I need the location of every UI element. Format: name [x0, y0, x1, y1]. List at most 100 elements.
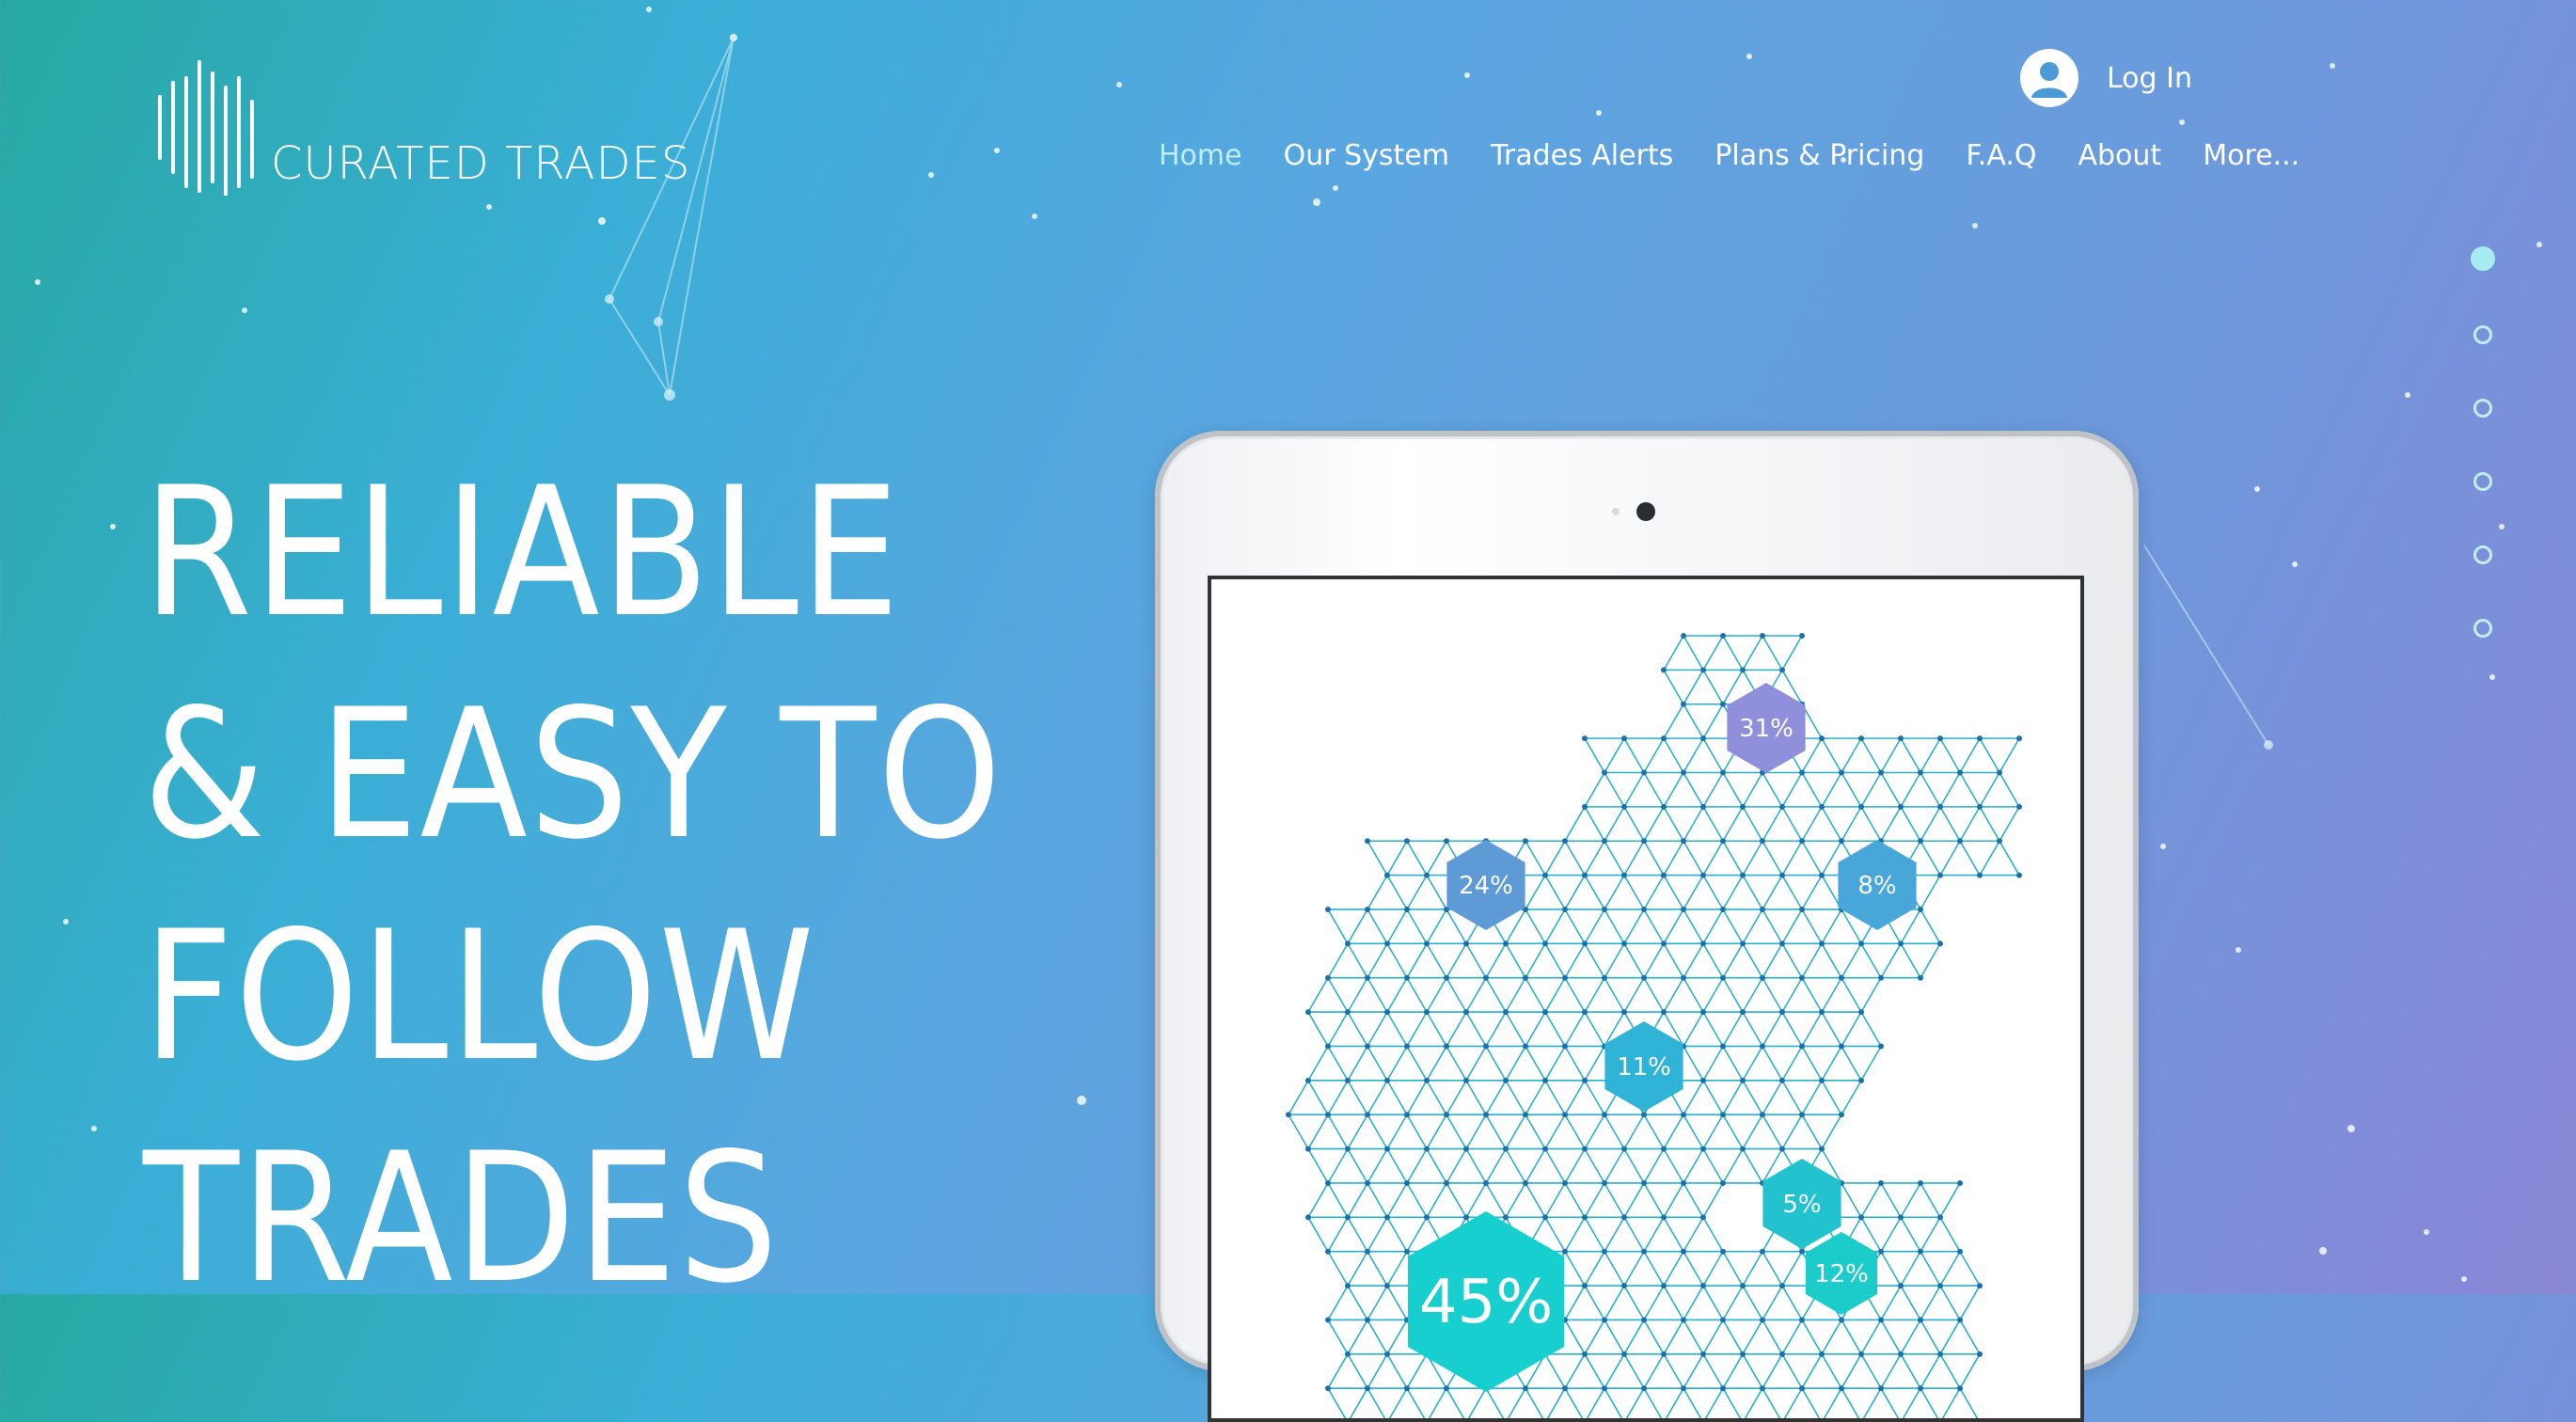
grid-line	[1485, 1148, 1507, 1184]
section-dot-5[interactable]	[2473, 545, 2492, 564]
stat-hexagon-label: 8%	[1857, 872, 1896, 900]
grid-line	[1683, 1251, 1704, 1287]
grid-line	[1584, 1319, 1605, 1355]
grid-line	[1702, 1182, 1724, 1218]
brand-logo[interactable]: CURATED TRADES	[150, 55, 689, 205]
grid-node	[1957, 769, 1963, 776]
grid-node	[1503, 1077, 1509, 1083]
grid-node	[1957, 1317, 1963, 1323]
grid-line	[1465, 1114, 1487, 1149]
grid-line	[1623, 1319, 1645, 1355]
grid-node	[1542, 1214, 1548, 1221]
grid-line	[1446, 942, 1467, 979]
grid-node	[1424, 1214, 1430, 1221]
grid-line	[1880, 1182, 1902, 1218]
grid-line	[1544, 1080, 1566, 1115]
grid-line	[1683, 908, 1704, 944]
grid-line	[1507, 1387, 1526, 1418]
nav-trades-alerts[interactable]: Trades Alerts	[1491, 139, 1673, 172]
grid-line	[1742, 1011, 1763, 1047]
grid-node	[1760, 838, 1765, 845]
grid-line	[1406, 840, 1428, 877]
grid-line	[1465, 1148, 1487, 1184]
stat-hexagon-label: 31%	[1739, 715, 1794, 743]
grid-node	[1957, 1248, 1963, 1255]
grid-line	[1663, 1251, 1684, 1287]
grid-node	[1523, 838, 1528, 845]
section-dot-2[interactable]	[2473, 325, 2492, 344]
grid-line	[1742, 908, 1763, 944]
grid-line	[1704, 1387, 1724, 1418]
login-button[interactable]: Log In	[2020, 49, 2192, 107]
grid-node	[1740, 872, 1746, 878]
section-dot-3[interactable]	[2473, 399, 2492, 418]
grid-line	[1722, 1353, 1744, 1389]
nav-home[interactable]: Home	[1159, 139, 1242, 172]
grid-node	[1641, 838, 1647, 845]
grid-line	[1446, 1387, 1465, 1418]
grid-line	[1505, 1148, 1526, 1184]
grid-node	[1839, 1385, 1844, 1392]
nav-plans-pricing[interactable]: Plans & Pricing	[1715, 139, 1924, 172]
grid-line	[1465, 1011, 1487, 1047]
grid-line	[1722, 772, 1744, 808]
grid-line	[1722, 1251, 1744, 1287]
section-dot-1[interactable]	[2471, 246, 2495, 271]
grid-line	[1683, 977, 1704, 1013]
grid-node	[1779, 667, 1785, 673]
nav-faq[interactable]: F.A.Q	[1966, 139, 2036, 172]
grid-line	[1821, 977, 1842, 1013]
nav-more[interactable]: More...	[2203, 139, 2299, 172]
grid-line	[1663, 840, 1684, 877]
grid-line	[1623, 1182, 1645, 1218]
grid-node	[1365, 1043, 1370, 1050]
grid-node	[1720, 1317, 1726, 1323]
grid-node	[1878, 1248, 1884, 1255]
grid-line	[1920, 1387, 1939, 1418]
grid-node	[1937, 872, 1943, 878]
grid-line	[1683, 1148, 1704, 1184]
grid-line	[1643, 806, 1665, 842]
grid-line	[1604, 875, 1625, 910]
grid-line	[1663, 772, 1684, 808]
grid-line	[1386, 942, 1408, 979]
grid-line	[1722, 908, 1744, 944]
grid-node	[1582, 1283, 1588, 1289]
nav-our-system[interactable]: Our System	[1284, 139, 1449, 172]
grid-line	[1485, 1011, 1507, 1047]
grid-line	[1525, 1387, 1544, 1418]
grid-line	[1643, 1216, 1665, 1253]
grid-line	[1742, 1046, 1763, 1082]
grid-line	[1525, 875, 1546, 910]
grid-line	[1663, 1353, 1684, 1389]
grid-node	[1345, 1146, 1351, 1152]
grid-line	[1683, 772, 1704, 808]
grid-line	[1744, 1387, 1763, 1418]
grid-line	[1307, 1148, 1329, 1184]
grid-line	[1604, 806, 1625, 842]
section-dot-4[interactable]	[2473, 472, 2492, 491]
grid-line	[1959, 1387, 1979, 1418]
grid-node	[1760, 974, 1765, 981]
grid-line	[1327, 1011, 1349, 1047]
grid-node	[1898, 1283, 1904, 1289]
grid-node	[1523, 1385, 1528, 1392]
grid-line	[1979, 772, 2000, 808]
grid-node	[1878, 974, 1884, 981]
grid-line	[1643, 1387, 1663, 1418]
section-dot-6[interactable]	[2473, 619, 2492, 638]
grid-line	[1406, 942, 1428, 979]
grid-node	[1404, 1179, 1410, 1186]
grid-line	[1742, 840, 1763, 877]
grid-line	[1386, 1251, 1408, 1287]
grid-node	[1582, 735, 1588, 742]
grid-line	[1841, 772, 1862, 808]
nav-about[interactable]: About	[2078, 139, 2161, 172]
grid-node	[1562, 1043, 1568, 1050]
grid-line	[1821, 1114, 1842, 1149]
grid-node	[2016, 735, 2022, 742]
grid-node	[1345, 1214, 1351, 1221]
grid-line	[1683, 840, 1704, 877]
grid-line	[1683, 1011, 1704, 1047]
grid-line	[1702, 1011, 1724, 1047]
